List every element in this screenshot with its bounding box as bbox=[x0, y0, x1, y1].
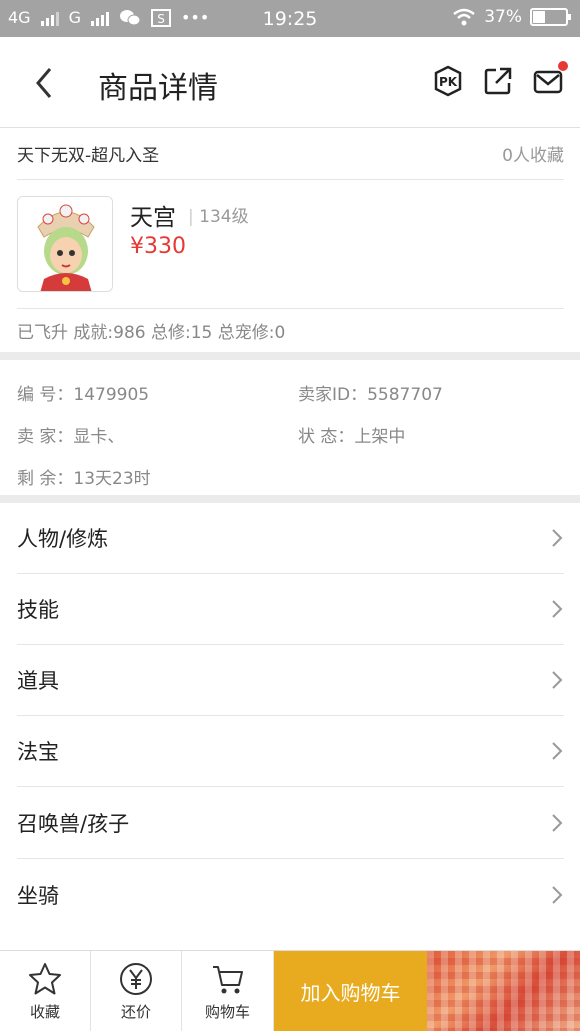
menu-item-pets[interactable]: 召唤兽/孩子 bbox=[17, 788, 564, 859]
status-bar: 4G G S ••• 19:25 37% bbox=[0, 0, 580, 37]
yuan-coin-icon bbox=[120, 963, 152, 995]
menu-item-items[interactable]: 道具 bbox=[17, 645, 564, 716]
price: ¥330 bbox=[130, 234, 186, 259]
page-title: 商品详情 bbox=[98, 71, 218, 106]
menu-item-treasures[interactable]: 法宝 bbox=[17, 716, 564, 787]
bargain-button[interactable]: 还价 bbox=[91, 951, 182, 1031]
listing-id-label: 编 号： bbox=[17, 385, 74, 405]
nav-actions: PK bbox=[432, 61, 568, 97]
message-icon[interactable] bbox=[532, 61, 568, 97]
menu-item-label: 坐骑 bbox=[17, 883, 59, 908]
detail-menu: 人物/修炼 技能 道具 法宝 召唤兽/孩子 坐骑 bbox=[0, 503, 580, 950]
chevron-right-icon bbox=[552, 529, 563, 547]
star-icon bbox=[29, 963, 61, 995]
character-level: | 134级 bbox=[188, 207, 249, 227]
buy-now-button[interactable] bbox=[427, 951, 580, 1031]
level-value: 134级 bbox=[199, 207, 249, 227]
item-summary-card: 天下无双-超凡入圣 0人收藏 天宫 | 134级 ¥330 已飞升 成就:986… bbox=[0, 128, 580, 352]
time-remaining: 剩 余：13天23时 bbox=[17, 464, 151, 489]
seller-label: 卖 家： bbox=[17, 427, 74, 447]
svg-text:PK: PK bbox=[439, 75, 458, 89]
seller-id-label: 卖家ID： bbox=[298, 385, 368, 405]
battery-level bbox=[533, 11, 545, 23]
bargain-label: 还价 bbox=[120, 1003, 151, 1021]
listing-status: 状 态：上架中 bbox=[298, 422, 405, 447]
back-icon[interactable] bbox=[28, 63, 62, 103]
stats-row: 已飞升 成就:986 总修:15 总宠修:0 bbox=[17, 308, 564, 352]
chevron-right-icon bbox=[552, 671, 563, 689]
cart-button[interactable]: 购物车 bbox=[182, 951, 274, 1031]
battery-icon bbox=[530, 8, 571, 26]
menu-item-label: 道具 bbox=[17, 669, 59, 693]
status-value: 上架中 bbox=[354, 427, 406, 447]
menu-item-label: 法宝 bbox=[17, 740, 59, 764]
listing-id: 编 号：1479905 bbox=[17, 380, 149, 405]
pixelated-overlay bbox=[427, 951, 580, 1031]
favorite-button[interactable]: 收藏 bbox=[0, 951, 91, 1031]
seller-id-value: 5587707 bbox=[367, 385, 443, 405]
chevron-right-icon bbox=[552, 600, 563, 618]
nav-bar: 商品详情 PK bbox=[0, 37, 580, 128]
character-avatar bbox=[17, 196, 113, 292]
chevron-right-icon bbox=[552, 814, 563, 832]
status-label: 状 态： bbox=[298, 427, 355, 447]
menu-item-label: 召唤兽/孩子 bbox=[17, 812, 130, 836]
share-icon[interactable] bbox=[482, 65, 514, 97]
character-school: 天宫 bbox=[130, 205, 176, 231]
chevron-right-icon bbox=[552, 885, 563, 904]
status-right: 37% bbox=[452, 7, 571, 27]
add-to-cart-button[interactable]: 加入购物车 bbox=[274, 951, 427, 1031]
remaining-value: 13天23时 bbox=[73, 469, 151, 489]
favorite-label: 收藏 bbox=[29, 1003, 60, 1021]
cart-icon bbox=[212, 966, 243, 994]
seller-id: 卖家ID：5587707 bbox=[298, 380, 443, 405]
pk-compare-icon[interactable]: PK bbox=[432, 65, 464, 97]
favorite-count: 0人收藏 bbox=[502, 146, 564, 166]
bottom-action-bar: 收藏 还价 购物车 加入购物车 bbox=[0, 950, 580, 1031]
listing-id-value: 1479905 bbox=[73, 385, 150, 405]
menu-item-skills[interactable]: 技能 bbox=[17, 574, 564, 645]
server-row: 天下无双-超凡入圣 0人收藏 bbox=[17, 128, 564, 180]
menu-item-label: 人物/修炼 bbox=[17, 527, 109, 551]
chevron-right-icon bbox=[552, 742, 563, 760]
menu-item-mounts[interactable]: 坐骑 bbox=[17, 859, 564, 930]
listing-details-card: 编 号：1479905 卖家ID：5587707 卖 家：显卡、 状 态：上架中… bbox=[0, 360, 580, 495]
server-name: 天下无双-超凡入圣 bbox=[17, 146, 160, 166]
seller-value: 显卡、 bbox=[73, 427, 125, 447]
remaining-label: 剩 余： bbox=[17, 469, 74, 489]
unread-badge bbox=[558, 61, 568, 71]
battery-percent: 37% bbox=[484, 7, 522, 27]
menu-item-character-cultivation[interactable]: 人物/修炼 bbox=[17, 503, 564, 574]
cart-label: 购物车 bbox=[204, 1003, 250, 1021]
seller: 卖 家：显卡、 bbox=[17, 422, 124, 447]
wifi-icon bbox=[453, 8, 475, 26]
menu-item-label: 技能 bbox=[17, 598, 59, 622]
